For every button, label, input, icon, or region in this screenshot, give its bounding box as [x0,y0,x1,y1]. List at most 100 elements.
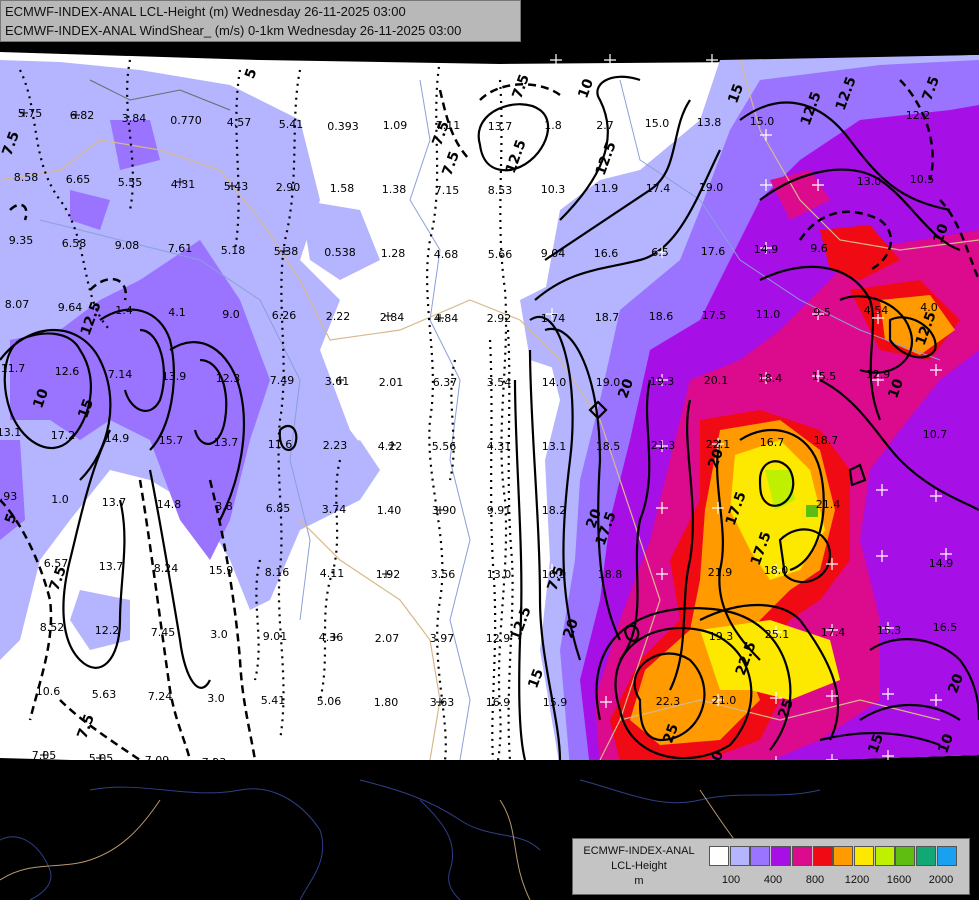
windshear-value: 2.01 [379,376,404,389]
windshear-value: 16.9 [542,568,567,581]
windshear-value: 5.56 [432,440,457,453]
windshear-value: 11.0 [756,308,781,321]
windshear-value: 19.0 [596,376,621,389]
windshear-value: 4.11 [320,567,345,580]
windshear-value: 8.07 [5,298,30,311]
windshear-value: 5.55 [118,176,143,189]
windshear-value: 1.4 [115,304,133,317]
windshear-value: 13.9 [162,370,187,383]
windshear-value: 12.9 [866,368,891,381]
windshear-value: 4.84 [434,312,459,325]
windshear-value: 7.11 [436,119,461,132]
windshear-value: 3.0 [207,692,225,705]
windshear-value: 4.1 [168,306,186,319]
lcl-height-map: 7.5 1012.5 12.515 12.5 12.5 7.51012.51057.5 7.… [0,0,979,900]
windshear-value: 0.538 [324,246,356,259]
windshear-value: 1.0 [51,493,69,506]
windshear-value: 7.61 [168,242,193,255]
windshear-value: 8.52 [40,621,65,634]
windshear-value: 18.7 [595,311,620,324]
windshear-value: 7.24 [148,690,173,703]
windshear-value: 1.80 [374,696,399,709]
legend-swatch [791,846,812,866]
windshear-value: 2.90 [276,181,301,194]
windshear-value: 12.2 [906,109,931,122]
windshear-value: 8.58 [14,171,39,184]
windshear-value: 9.0 [222,308,240,321]
windshear-value: 2.07 [375,632,400,645]
windshear-value: 7.45 [151,626,176,639]
windshear-value: 9.04 [541,247,566,260]
windshear-value: 16.6 [594,247,619,260]
windshear-value: 1.74 [541,312,566,325]
windshear-value: 12.9 [486,632,511,645]
windshear-value: 9.01 [263,630,288,643]
windshear-value: 6.58 [62,237,87,250]
windshear-value: 5.41 [261,694,286,707]
legend-swatch [936,846,957,866]
windshear-value: 9.08 [115,239,140,252]
windshear-value: 18.6 [649,310,674,323]
windshear-value: 13.7 [102,496,127,509]
windshear-value: 21.3 [651,439,676,452]
legend-unit: m [634,875,644,887]
windshear-value: 2.23 [323,439,348,452]
windshear-value: 16.5 [933,621,958,634]
windshear-value: 3.56 [431,568,456,581]
windshear-value: 18.2 [542,504,567,517]
windshear-value: 16.7 [760,436,785,449]
windshear-value: 7.15 [435,184,460,197]
windshear-value: 15.9 [543,696,568,709]
windshear-value: 4.68 [434,248,459,261]
windshear-value: 18.8 [598,568,623,581]
windshear-value: 10.6 [36,685,61,698]
windshear-value: 19.3 [709,630,734,643]
legend-swatch [833,846,854,866]
windshear-value: 15.5 [812,370,837,383]
windshear-value: 3.61 [325,375,350,388]
windshear-value: 2.22 [326,310,351,323]
windshear-value: 15.9 [209,564,234,577]
windshear-value: 13.7 [99,560,124,573]
windshear-value: 9.64 [58,301,83,314]
windshear-value: 8.53 [488,184,513,197]
windshear-value: 5.38 [274,245,299,258]
windshear-value: 21.4 [816,498,841,511]
windshear-value: 1.28 [381,247,406,260]
windshear-value: 2.92 [487,312,512,325]
color-legend: ECMWF-INDEX-ANAL LCL-Height m 100 400 800 1… [572,838,970,895]
windshear-value: 21.9 [708,566,733,579]
windshear-value: 14.9 [105,432,130,445]
windshear-value: 0.393 [327,120,359,133]
windshear-value: 15.3 [877,624,902,637]
windshear-value: 13.0 [487,568,512,581]
legend-tick: 1600 [886,874,912,886]
windshear-value: 12.3 [216,372,241,385]
windshear-value: 3.8 [215,500,233,513]
windshear-value: 6.57 [44,557,69,570]
windshear-value: 4.31 [171,178,196,191]
windshear-value: 4.31 [487,440,512,453]
windshear-value: 6.5 [651,246,669,259]
windshear-value: 9.91 [487,504,512,517]
windshear-value: 14.9 [929,557,954,570]
legend-swatch [709,846,729,866]
legend-tick: 100 [721,874,741,886]
legend-swatch [874,846,895,866]
windshear-value: 3.84 [122,112,147,125]
windshear-value: 9.6 [810,242,828,255]
legend-swatch [729,846,750,866]
windshear-value: 14.8 [157,498,182,511]
windshear-value: 4.54 [864,304,889,317]
windshear-value: 10.5 [910,173,935,186]
windshear-value: 3.0 [210,628,228,641]
windshear-value: 18.0 [764,564,789,577]
windshear-value: 14.0 [542,376,567,389]
windshear-value: 22.3 [656,695,681,708]
map-title-box: ECMWF-INDEX-ANAL LCL-Height (m) Wednesda… [0,0,521,42]
windshear-value: 20.1 [704,374,729,387]
windshear-value: 8.16 [265,566,290,579]
legend-swatch [895,846,916,866]
windshear-value: 1.8 [544,119,562,132]
windshear-value: 4.57 [227,116,252,129]
